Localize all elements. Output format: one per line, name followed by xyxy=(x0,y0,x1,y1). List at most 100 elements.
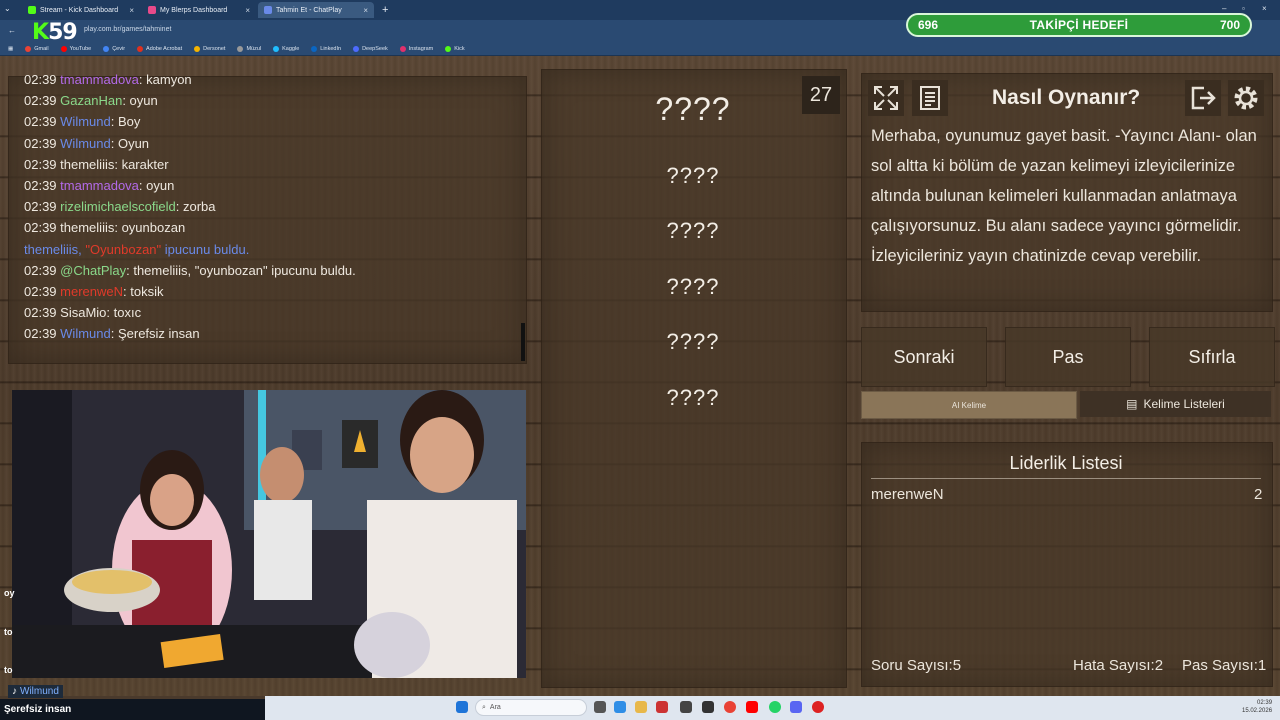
bookmark-instagram[interactable]: Instagram xyxy=(399,45,433,52)
chat-scrollbar[interactable] xyxy=(521,323,525,361)
error-count: Hata Sayısı:2 xyxy=(1073,657,1164,674)
chat-message: 02:39 themeliiis: karakter xyxy=(24,157,169,172)
chat-username[interactable]: rizelimichaelscofield xyxy=(60,199,176,214)
chat-text: : zorba xyxy=(175,199,216,215)
chat-message: 02:39 tmammadova: kamyon xyxy=(24,72,192,87)
chat-message: 02:39 SisaMio: toxıc xyxy=(24,305,141,320)
chat-text: : Oyun xyxy=(110,135,150,151)
next-button[interactable]: Sonraki xyxy=(861,327,987,387)
bookmark-cevir[interactable]: Çevir xyxy=(103,45,125,52)
chat-username[interactable]: tmammadova xyxy=(60,72,139,87)
tab-kick-dashboard[interactable]: Stream - Kick Dashboard × xyxy=(22,2,140,18)
bookmark-gmail[interactable]: Gmail xyxy=(25,45,49,52)
bookmarks-bar: ▦ Gmail YouTube Çevir Adobe Acrobat Ders… xyxy=(0,42,1280,56)
leaderboard-score: 2 xyxy=(1254,486,1263,503)
explorer-icon[interactable] xyxy=(635,701,647,713)
app-icon[interactable] xyxy=(702,701,714,713)
tab-blerps-dashboard[interactable]: My Blerps Dashboard × xyxy=(142,2,256,18)
chat-username[interactable]: themeliiis, xyxy=(24,242,85,257)
app-icon[interactable] xyxy=(680,701,692,713)
chrome-icon[interactable] xyxy=(724,701,736,713)
bookmark-kick[interactable]: Kick xyxy=(445,45,465,52)
bookmark-adobe[interactable]: Adobe Acrobat xyxy=(137,45,182,52)
apps-icon[interactable]: ▦ xyxy=(8,46,13,52)
bookmark-kaggle[interactable]: Kaggle xyxy=(273,45,299,52)
close-tab-icon[interactable]: × xyxy=(245,6,250,15)
leaderboard-title: Liderlik Listesi xyxy=(1009,453,1123,473)
close-tab-icon[interactable]: × xyxy=(129,6,134,15)
blerps-favicon-icon xyxy=(148,6,156,14)
app-icon[interactable] xyxy=(812,701,824,713)
chat-text: : oyun xyxy=(122,93,158,109)
word-lists-button[interactable]: ▤ Kelime Listeleri xyxy=(1080,391,1271,417)
chat-message: 02:39 themeliiis: oyunbozan xyxy=(24,220,185,235)
chat-message: 02:39 rizelimichaelscofield: zorba xyxy=(24,199,216,214)
chat-timestamp: 02:39 xyxy=(24,178,61,193)
new-tab-button[interactable]: + xyxy=(376,2,392,18)
ai-word-button[interactable]: AI Kelime xyxy=(861,391,1077,419)
maximize-icon[interactable]: ▫ xyxy=(1242,4,1245,13)
chat-username[interactable]: Wilmund xyxy=(60,114,111,129)
url-field[interactable]: play.com.br/games/tahminet xyxy=(84,26,171,33)
reset-button[interactable]: Sıfırla xyxy=(1149,327,1275,387)
whatsapp-icon[interactable] xyxy=(769,701,781,713)
settings-gear-icon[interactable] xyxy=(1228,80,1264,116)
minimize-icon[interactable]: – xyxy=(1222,4,1226,13)
close-window-icon[interactable]: × xyxy=(1262,4,1267,13)
bookmark-youtube[interactable]: YouTube xyxy=(60,45,91,52)
hidden-word: ???? xyxy=(666,329,720,354)
overlay-chat-fragment: to xyxy=(4,665,13,675)
overlay-username: ♪ Wilmund xyxy=(8,685,63,698)
close-tab-icon[interactable]: × xyxy=(363,6,368,15)
question-count: Soru Sayısı:5 xyxy=(871,657,962,674)
tab-menu-icon[interactable]: ⌄ xyxy=(4,4,11,13)
chat-text: : oyunbozan xyxy=(114,220,186,236)
chat-timestamp: 02:39 xyxy=(24,199,61,215)
chat-username[interactable]: themeliiis xyxy=(60,220,114,235)
howto-text: Merhaba, oyunumuz gayet basit. -Yayıncı … xyxy=(871,127,1257,265)
chat-text: : Şerefsiz insan xyxy=(110,326,200,342)
chat-username[interactable]: @ChatPlay xyxy=(60,263,126,278)
chat-message: 02:39 Wilmund: Şerefsiz insan xyxy=(24,326,200,341)
chat-username[interactable]: Wilmund xyxy=(60,326,111,341)
chat-username[interactable]: tmammadova xyxy=(60,178,139,193)
chat-hint-word: "Oyunbozan" xyxy=(85,241,162,257)
chat-timestamp: 02:39 xyxy=(24,72,61,87)
exit-icon[interactable] xyxy=(1185,80,1221,116)
bookmark-deepseek[interactable]: DeepSeek xyxy=(353,45,388,52)
taskbar-clock[interactable]: 02:39 15.02.2026 xyxy=(1242,699,1272,715)
music-note-icon: ♪ xyxy=(12,686,17,697)
list-icon: ▤ xyxy=(1126,397,1138,411)
chat-username[interactable]: GazanHan xyxy=(60,93,122,108)
chat-username[interactable]: SisaMio xyxy=(60,305,106,320)
chat-text: : themeliiis, "oyunbozan" ipucunu buldu. xyxy=(126,262,356,278)
chat-message: 02:39 tmammadova: oyun xyxy=(24,178,174,193)
edge-icon[interactable] xyxy=(614,701,626,713)
fullscreen-icon[interactable] xyxy=(868,80,904,116)
pass-button[interactable]: Pas xyxy=(1005,327,1131,387)
taskbar-search[interactable]: ⌕ Ara xyxy=(475,699,587,716)
youtube-icon[interactable] xyxy=(746,701,758,713)
bookmark-dersonet[interactable]: Dersonet xyxy=(194,45,225,52)
chat-timestamp: 02:39 xyxy=(24,220,61,236)
tab-tahmin-et[interactable]: Tahmin Et - ChatPlay × xyxy=(258,2,374,18)
chat-username[interactable]: merenweN xyxy=(60,284,123,299)
discord-icon[interactable] xyxy=(790,701,802,713)
chat-username[interactable]: Wilmund xyxy=(60,136,111,151)
chat-username[interactable]: themeliiis xyxy=(60,157,114,172)
chat-timestamp: 02:39 xyxy=(24,135,61,151)
overlay-message: Şerefsiz insan xyxy=(0,699,265,720)
bookmark-muzul[interactable]: Müzul xyxy=(237,45,261,52)
chat-timestamp: 02:39 xyxy=(24,156,61,172)
pass-count: Pas Sayısı:1 xyxy=(1182,657,1267,674)
chat-system-text: ipucunu buldu. xyxy=(161,241,250,257)
start-icon[interactable] xyxy=(456,701,468,713)
chat-message: 02:39 Wilmund: Boy xyxy=(24,114,140,129)
howto-title: Nasıl Oynanır? xyxy=(992,86,1141,109)
task-view-icon[interactable] xyxy=(594,701,606,713)
back-icon[interactable]: ← xyxy=(8,26,16,35)
hidden-word-main: ???? xyxy=(655,91,731,127)
bookmark-linkedin[interactable]: LinkedIn xyxy=(311,45,341,52)
document-icon[interactable] xyxy=(912,80,948,116)
app-icon[interactable] xyxy=(656,701,668,713)
